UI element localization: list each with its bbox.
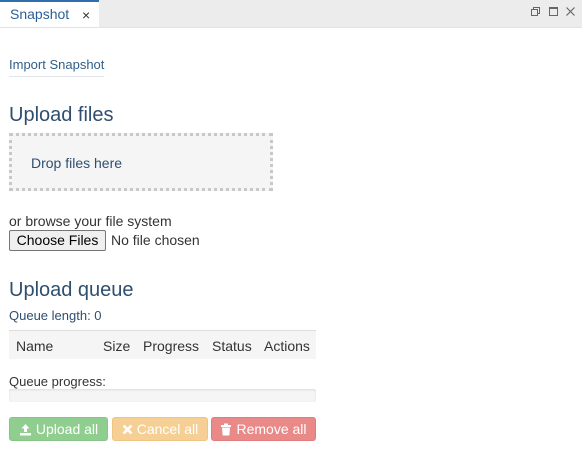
tab-bar: Snapshot × — [0, 0, 582, 28]
no-file-chosen-text: No file chosen — [111, 232, 200, 248]
column-header-actions: Actions — [264, 338, 310, 354]
browse-text: or browse your file system — [9, 213, 172, 229]
file-dropzone[interactable]: Drop files here — [9, 133, 273, 191]
remove-all-button[interactable]: Remove all — [211, 417, 316, 441]
tab-snapshot[interactable]: Snapshot × — [0, 0, 99, 27]
restore-icon[interactable] — [530, 6, 541, 17]
trash-icon — [220, 423, 232, 436]
cancel-all-button[interactable]: Cancel all — [112, 417, 208, 441]
queue-progress-label: Queue progress: — [9, 374, 106, 389]
import-snapshot-link[interactable]: Import Snapshot — [9, 57, 105, 77]
upload-files-heading: Upload files — [9, 104, 114, 126]
tab-title: Snapshot — [10, 6, 70, 22]
column-header-name: Name — [16, 338, 54, 354]
maximize-icon[interactable] — [548, 6, 559, 17]
close-icon[interactable] — [565, 6, 576, 17]
dropzone-text: Drop files here — [31, 155, 123, 171]
queue-length: Queue length: 0 — [9, 308, 102, 323]
remove-all-label: Remove all — [236, 421, 307, 437]
upload-all-button[interactable]: Upload all — [9, 417, 108, 441]
queue-progress-bar — [9, 389, 316, 402]
upload-queue-heading: Upload queue — [9, 279, 134, 301]
cancel-all-label: Cancel all — [136, 421, 199, 437]
column-header-size: Size — [103, 338, 131, 354]
tab-close-icon[interactable]: × — [82, 8, 90, 22]
upload-icon — [19, 423, 32, 436]
upload-all-label: Upload all — [35, 421, 99, 437]
queue-table-header: Name Size Progress Status Actions — [9, 330, 316, 359]
column-header-progress: Progress — [143, 338, 200, 354]
column-header-status: Status — [212, 338, 252, 354]
choose-files-button[interactable]: Choose Files — [9, 230, 106, 251]
cancel-icon — [122, 424, 133, 435]
